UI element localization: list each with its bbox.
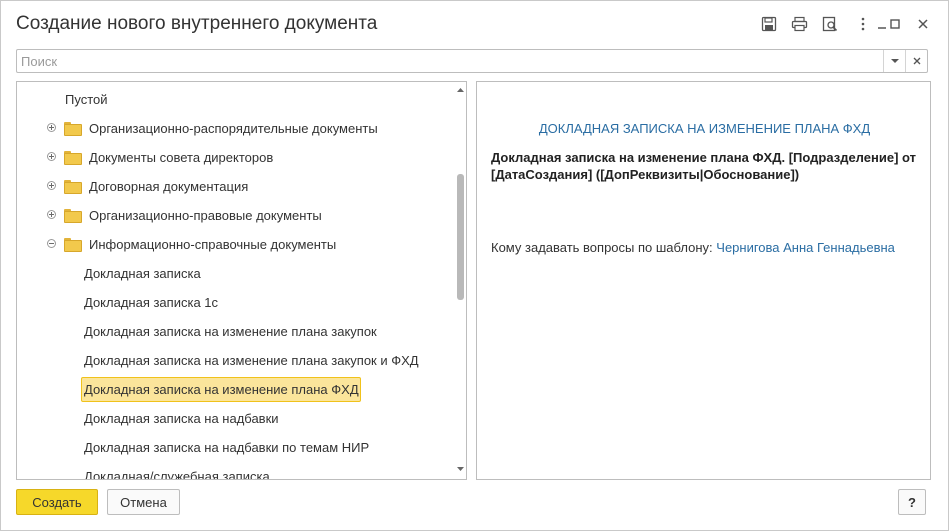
scroll-up-arrow[interactable] — [456, 85, 465, 95]
preview-title-template: Докладная записка на изменение плана ФХД… — [491, 150, 916, 182]
tree-folder-info-reference[interactable]: Информационно-справочные документы — [17, 229, 455, 258]
tree-folder-contracts[interactable]: Договорная документация — [17, 171, 455, 200]
folder-icon — [64, 180, 82, 194]
dialog-window: Создание нового внутреннего документа По… — [0, 0, 949, 531]
folder-icon — [64, 238, 82, 252]
close-icon[interactable] — [912, 13, 934, 35]
tree-item-memo-service[interactable]: Докладная/служебная записка — [17, 461, 455, 480]
preview-icon[interactable] — [819, 13, 841, 35]
tree-item-memo[interactable]: Докладная записка — [17, 258, 455, 287]
tree-item-memo-procurement[interactable]: Докладная записка на изменение плана зак… — [17, 316, 455, 345]
search-input[interactable] — [17, 50, 883, 72]
tree-folder-org-legal[interactable]: Организационно-правовые документы — [17, 200, 455, 229]
tree-scrollbar[interactable] — [454, 82, 466, 479]
window-title: Создание нового внутреннего документа — [16, 13, 378, 34]
tree-item-label: Докладная записка на изменение плана ФХД — [84, 382, 359, 397]
tree-item-memo-bonus[interactable]: Докладная записка на надбавки — [17, 403, 455, 432]
tree-item-label: Докладная записка 1с — [84, 295, 219, 310]
tree-item-label: Договорная документация — [89, 179, 249, 194]
search-dropdown-button[interactable] — [883, 50, 905, 72]
tree-item-label: Пустой — [65, 92, 108, 107]
tree-item-memo-fhd[interactable]: Докладная записка на изменение плана ФХД — [17, 374, 455, 403]
maximize-icon[interactable] — [884, 13, 906, 35]
search-clear-button[interactable] — [905, 50, 927, 72]
tree-folder-board[interactable]: Документы совета директоров — [17, 142, 455, 171]
search-box — [16, 49, 928, 73]
template-tree: Пустой Организационно-распорядительные д… — [16, 81, 467, 480]
tree-item-label: Докладная записка на надбавки по темам Н… — [84, 440, 370, 455]
tree-item-empty[interactable]: Пустой — [17, 84, 455, 113]
expand-icon[interactable] — [47, 181, 56, 190]
title-bar: Создание нового внутреннего документа — [1, 1, 948, 45]
template-contact: Кому задавать вопросы по шаблону: Черниг… — [491, 240, 895, 255]
tree-folder-org-admin[interactable]: Организационно-распорядительные документ… — [17, 113, 455, 142]
template-preview: ДОКЛАДНАЯ ЗАПИСКА НА ИЗМЕНЕНИЕ ПЛАНА ФХД… — [476, 81, 931, 480]
tree-item-label: Информационно-справочные документы — [89, 237, 337, 252]
scroll-down-arrow[interactable] — [456, 464, 465, 474]
tree-item-label: Организационно-правовые документы — [89, 208, 322, 223]
tree-item-label: Докладная/служебная записка — [84, 469, 270, 480]
print-icon[interactable] — [788, 13, 810, 35]
scroll-thumb[interactable] — [457, 174, 464, 300]
expand-icon[interactable] — [47, 210, 56, 219]
tree-item-memo-1c[interactable]: Докладная записка 1с — [17, 287, 455, 316]
chevron-down-icon — [890, 58, 899, 63]
contact-link[interactable]: Чернигова Анна Геннадьевна — [716, 240, 895, 255]
expand-icon[interactable] — [47, 123, 56, 132]
collapse-icon[interactable] — [47, 239, 56, 248]
create-button[interactable]: Создать — [16, 489, 98, 515]
cancel-button[interactable]: Отмена — [107, 489, 180, 515]
contact-label: Кому задавать вопросы по шаблону: — [491, 240, 713, 255]
help-button[interactable]: ? — [898, 489, 926, 515]
tree-item-label: Докладная записка на изменение плана зак… — [84, 353, 419, 368]
tree-item-memo-bonus-nir[interactable]: Докладная записка на надбавки по темам Н… — [17, 432, 455, 461]
tree-item-label: Организационно-распорядительные документ… — [89, 121, 378, 136]
tree-item-label: Документы совета директоров — [89, 150, 274, 165]
folder-icon — [64, 209, 82, 223]
tree-item-label: Докладная записка на изменение плана зак… — [84, 324, 377, 339]
preview-heading: ДОКЛАДНАЯ ЗАПИСКА НА ИЗМЕНЕНИЕ ПЛАНА ФХД — [538, 121, 871, 136]
tree-item-label: Докладная записка на надбавки — [84, 411, 279, 426]
clear-icon — [913, 57, 920, 65]
tree-item-memo-procurement-fhd[interactable]: Докладная записка на изменение плана зак… — [17, 345, 455, 374]
save-icon[interactable] — [758, 13, 780, 35]
folder-icon — [64, 151, 82, 165]
expand-icon[interactable] — [47, 152, 56, 161]
folder-icon — [64, 122, 82, 136]
tree-item-label: Докладная записка — [84, 266, 201, 281]
